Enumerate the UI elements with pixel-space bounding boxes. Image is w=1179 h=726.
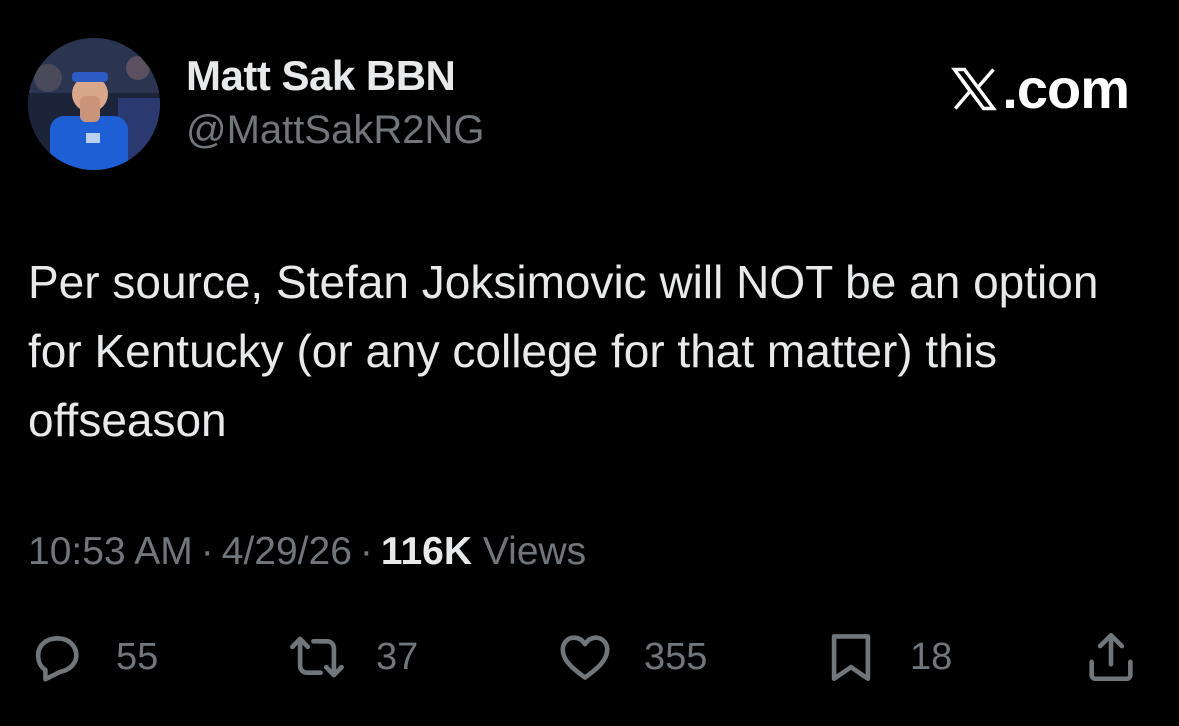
share-button[interactable] [1082, 622, 1140, 692]
share-icon [1089, 632, 1133, 682]
reply-button[interactable]: 55 [28, 622, 158, 692]
reply-count: 55 [116, 635, 159, 678]
repost-icon [290, 636, 344, 678]
heart-icon [560, 635, 610, 680]
x-logo-icon [951, 67, 998, 110]
meta-separator: · [359, 530, 373, 573]
views-count: 116K [380, 530, 472, 573]
action-bar: 55 37 355 18 [0, 622, 1179, 692]
like-count: 355 [644, 635, 708, 678]
avatar[interactable] [28, 38, 160, 170]
repost-count: 37 [376, 635, 419, 678]
tweet-time[interactable]: 10:53 AM [28, 530, 193, 573]
bookmark-count: 18 [910, 635, 953, 678]
bookmark-icon [831, 634, 871, 682]
author-name[interactable]: Matt Sak BBN [186, 52, 456, 100]
brand-label: .com [1002, 57, 1130, 120]
tweet-card: Matt Sak BBN @MattSakR2NG .com Per sourc… [0, 0, 1179, 726]
tweet-text: Per source, Stefan Joksimovic will NOT b… [28, 256, 1099, 446]
repost-button[interactable]: 37 [288, 622, 418, 692]
bookmark-button[interactable]: 18 [822, 622, 952, 692]
views-label: Views [482, 530, 587, 573]
avatar-image [28, 38, 160, 170]
brand-watermark: .com [948, 56, 1130, 121]
author-handle[interactable]: @MattSakR2NG [186, 108, 484, 153]
tweet-date[interactable]: 4/29/26 [222, 530, 352, 573]
reply-icon [35, 636, 79, 682]
like-button[interactable]: 355 [556, 622, 707, 692]
meta-separator: · [200, 530, 214, 573]
tweet-meta: 10:53 AM · 4/29/26 · 116K Views [28, 530, 586, 574]
